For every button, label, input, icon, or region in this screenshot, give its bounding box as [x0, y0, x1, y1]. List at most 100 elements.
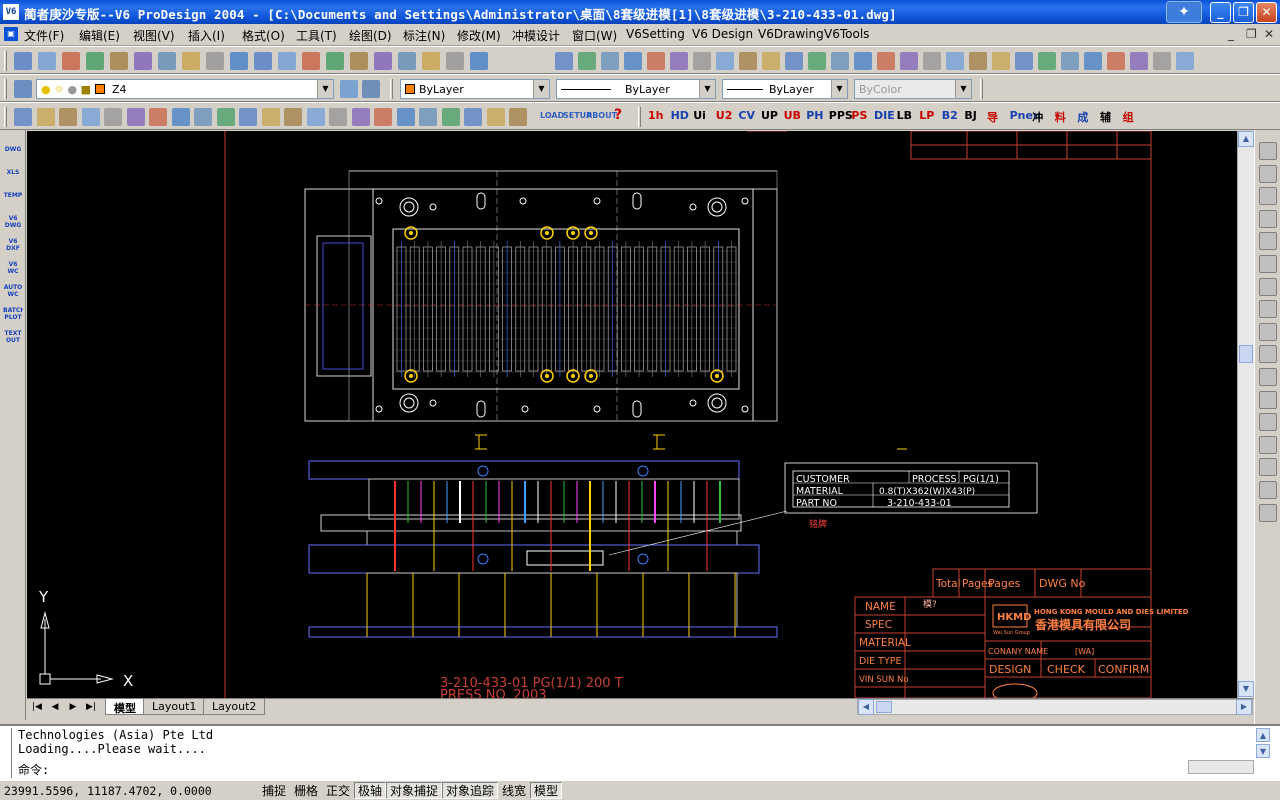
- v6-label-19-button[interactable]: 料: [1055, 109, 1066, 125]
- first-tab-icon[interactable]: |◀: [29, 700, 45, 715]
- chevron-down-icon[interactable]: ▼: [533, 80, 549, 98]
- die-tool-9-icon[interactable]: [739, 52, 757, 70]
- scroll-up-icon[interactable]: ▲: [1238, 131, 1254, 147]
- v6-label-8-button[interactable]: PH: [806, 109, 823, 122]
- v6-tool-6-icon[interactable]: [126, 108, 145, 126]
- menu-v6design[interactable]: V6 Design: [692, 27, 753, 41]
- menu-format[interactable]: 格式(O): [242, 27, 285, 44]
- left-tool-5-button[interactable]: V6 DXF: [3, 238, 23, 258]
- dimension-tool-16-icon[interactable]: [1259, 481, 1277, 499]
- v6-label-18-button[interactable]: 冲: [1032, 109, 1043, 125]
- toolbar-grip[interactable]: [390, 79, 393, 99]
- osnap-toggle[interactable]: 对象捕捉: [386, 782, 443, 799]
- dimension-tool-14-icon[interactable]: [1259, 435, 1277, 454]
- menu-v6setting[interactable]: V6Setting: [626, 27, 685, 41]
- v6-tool-12-icon[interactable]: [261, 108, 280, 126]
- redo-icon[interactable]: [278, 52, 296, 70]
- v6-tool-1-icon[interactable]: [14, 108, 32, 126]
- v6-label-6-button[interactable]: UP: [761, 109, 778, 122]
- die-tool-25-icon[interactable]: [1107, 52, 1125, 70]
- scroll-thumb[interactable]: [1239, 345, 1253, 363]
- v6-tool-23-icon[interactable]: [509, 108, 527, 126]
- zoom-window-icon[interactable]: [350, 52, 368, 70]
- v6-label-5-button[interactable]: CV: [738, 109, 755, 122]
- menu-draw[interactable]: 绘图(D): [349, 27, 392, 44]
- die-tool-13-icon[interactable]: [831, 52, 849, 70]
- v6-label-15-button[interactable]: BJ: [964, 109, 976, 122]
- help-icon[interactable]: [470, 52, 488, 70]
- match-properties-icon[interactable]: [230, 52, 248, 70]
- command-hscroll[interactable]: [1188, 760, 1254, 774]
- die-tool-1-icon[interactable]: [555, 52, 573, 70]
- v6-label-11-button[interactable]: DIE: [874, 109, 895, 122]
- v6-tool-5-icon[interactable]: [104, 108, 122, 126]
- dimension-tool-9-icon[interactable]: [1259, 322, 1277, 341]
- menu-v6drawing[interactable]: V6Drawing: [758, 27, 824, 41]
- left-tool-2-button[interactable]: XLS: [3, 169, 23, 189]
- lineweight-toggle[interactable]: 线宽: [498, 782, 531, 799]
- v6-tool-2-icon[interactable]: [36, 108, 55, 126]
- menu-insert[interactable]: 插入(I): [188, 27, 225, 44]
- v6-tool-21-icon[interactable]: [464, 108, 482, 126]
- new-icon[interactable]: [14, 52, 32, 70]
- toolbar-grip[interactable]: [4, 51, 7, 71]
- ortho-toggle[interactable]: 正交: [322, 782, 355, 799]
- dimension-tool-11-icon[interactable]: [1259, 368, 1277, 386]
- v6-label-1-button[interactable]: 1h: [648, 109, 664, 122]
- left-tool-7-button[interactable]: AUTO WC: [3, 284, 23, 304]
- v6-tool-16-icon[interactable]: [351, 108, 370, 126]
- vertical-scrollbar[interactable]: ▲ ▼: [1237, 131, 1254, 698]
- cmd-scroll-up-icon[interactable]: ▲: [1256, 728, 1270, 742]
- doc-minimize-button[interactable]: _: [1228, 27, 1234, 41]
- menu-die-design[interactable]: 冲模设计: [512, 27, 560, 44]
- die-tool-5-icon[interactable]: [647, 52, 665, 70]
- toolbar-grip[interactable]: [980, 79, 983, 99]
- left-tool-8-button[interactable]: BATCH PLOT: [3, 307, 23, 327]
- menu-v6tools[interactable]: V6Tools: [824, 27, 869, 41]
- menu-window[interactable]: 窗口(W): [572, 27, 617, 44]
- v6-tool-7-icon[interactable]: [149, 108, 167, 126]
- maximize-button[interactable]: ❐: [1233, 2, 1254, 23]
- v6-tool-19-icon[interactable]: [419, 108, 437, 126]
- grid-toggle[interactable]: 栅格: [290, 782, 323, 799]
- dimension-tool-15-icon[interactable]: [1259, 458, 1277, 477]
- tool-palette-icon[interactable]: [446, 52, 464, 70]
- v6-label-9-button[interactable]: PPS: [829, 109, 853, 122]
- load-button[interactable]: LOAD: [540, 111, 564, 120]
- last-tab-icon[interactable]: ▶|: [83, 700, 99, 715]
- v6-label-7-button[interactable]: UB: [784, 109, 801, 122]
- save-icon[interactable]: [62, 52, 80, 70]
- die-tool-3-icon[interactable]: [601, 52, 619, 70]
- v6-tool-4-icon[interactable]: [81, 108, 100, 126]
- hscroll-thumb[interactable]: [876, 701, 892, 713]
- chevron-down-icon[interactable]: ▼: [699, 80, 715, 98]
- dimension-tool-13-icon[interactable]: [1259, 413, 1277, 432]
- die-tool-26-icon[interactable]: [1130, 52, 1148, 70]
- dimension-tool-12-icon[interactable]: [1259, 390, 1277, 409]
- v6-tool-18-icon[interactable]: [396, 108, 415, 126]
- dimension-tool-6-icon[interactable]: [1259, 255, 1277, 273]
- left-tool-6-button[interactable]: V6 WC: [3, 261, 23, 281]
- die-tool-6-icon[interactable]: [670, 52, 688, 70]
- chevron-down-icon[interactable]: ▼: [831, 80, 847, 98]
- die-tool-24-icon[interactable]: [1084, 52, 1102, 70]
- menu-view[interactable]: 视图(V): [133, 27, 175, 44]
- drawing-canvas[interactable]: CUSTOMER PROCESS PG(1/1) MATERIAL 0.8(T)…: [27, 131, 1237, 698]
- zoom-previous-icon[interactable]: [374, 52, 392, 70]
- v6-label-12-button[interactable]: LB: [897, 109, 912, 122]
- die-tool-11-icon[interactable]: [785, 52, 803, 70]
- lineweight-select[interactable]: ByLayer ▼: [722, 79, 848, 99]
- window-titlebar[interactable]: V6 蔺者庚沙专版--V6 ProDesign 2004 - [C:\Docum…: [0, 0, 1280, 24]
- v6-label-20-button[interactable]: 成: [1077, 109, 1088, 125]
- tab-layout2[interactable]: Layout2: [203, 699, 266, 715]
- linetype-select[interactable]: ByLayer ▼: [556, 79, 716, 99]
- left-tool-9-button[interactable]: TEXT OUT: [3, 330, 23, 350]
- layer-previous-icon[interactable]: [362, 80, 380, 98]
- v6-label-3-button[interactable]: Ui: [693, 109, 706, 122]
- about-button[interactable]: ABOUT: [586, 111, 617, 120]
- pan-icon[interactable]: [302, 52, 320, 70]
- toolbar-grip[interactable]: [638, 107, 641, 127]
- die-tool-10-icon[interactable]: [762, 52, 780, 70]
- dimension-tool-17-icon[interactable]: [1259, 503, 1277, 522]
- layer-select[interactable]: ● ☼ ● ■ Z4 ▼: [36, 79, 334, 99]
